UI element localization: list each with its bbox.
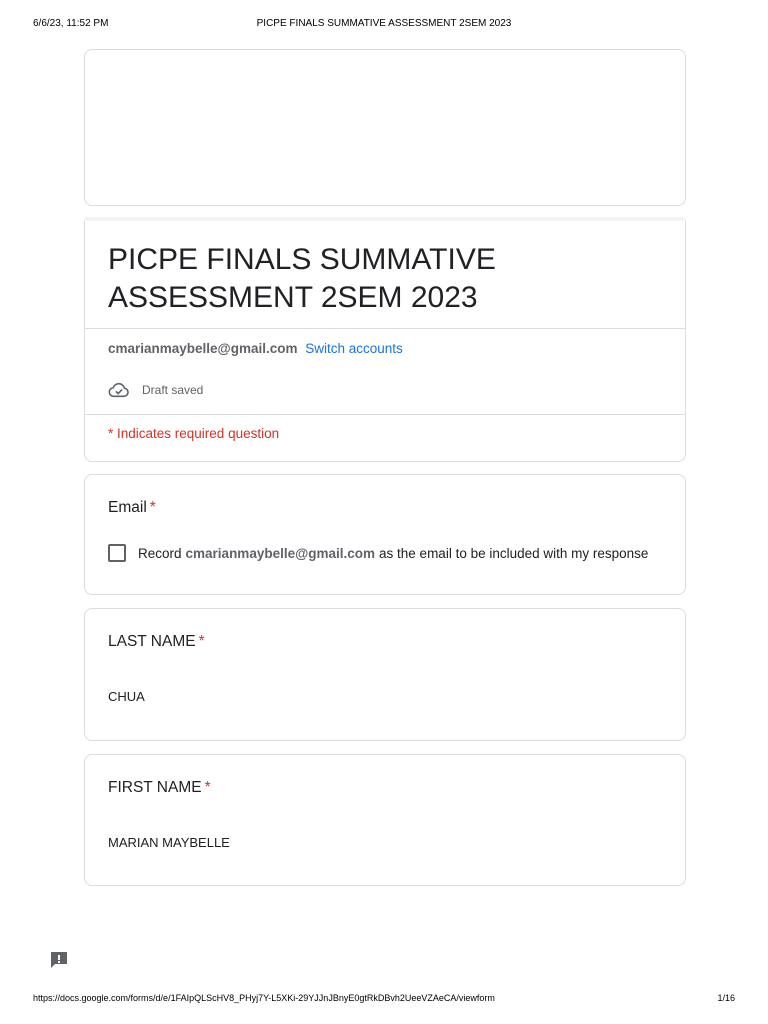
form-title: PICPE FINALS SUMMATIVE ASSESSMENT 2SEM 2… xyxy=(108,243,496,314)
divider xyxy=(85,328,685,329)
record-email-checkbox[interactable] xyxy=(108,544,126,562)
record-email-row[interactable]: Record cmarianmaybelle@gmail.com as the … xyxy=(108,544,648,562)
print-doc-title: PICPE FINALS SUMMATIVE ASSESSMENT 2SEM 2… xyxy=(256,18,512,29)
header-banner xyxy=(84,49,686,206)
draft-status-text: Draft saved xyxy=(142,383,204,397)
question-label: FIRST NAME xyxy=(108,779,202,796)
question-title: LAST NAME * xyxy=(108,633,205,651)
required-star: * xyxy=(198,633,205,650)
checkbox-email: cmarianmaybelle@gmail.com xyxy=(185,545,376,561)
question-label: Email xyxy=(108,499,147,516)
checkbox-prefix: Record xyxy=(138,545,182,561)
print-page-number: 1/16 xyxy=(717,993,735,1003)
first-name-answer[interactable]: MARIAN MAYBELLE xyxy=(108,835,230,850)
checkbox-suffix: as the email to be included with my resp… xyxy=(379,545,649,561)
divider xyxy=(85,414,685,415)
question-title: FIRST NAME * xyxy=(108,779,211,797)
question-last-name: LAST NAME * CHUA xyxy=(84,608,686,741)
feedback-icon[interactable] xyxy=(49,950,69,970)
question-label: LAST NAME xyxy=(108,633,196,650)
required-note: * Indicates required question xyxy=(108,426,280,441)
cloud-check-icon xyxy=(108,382,129,398)
switch-accounts-link[interactable]: Switch accounts xyxy=(305,341,403,356)
account-row: cmarianmaybelle@gmail.com Switch account… xyxy=(108,341,403,356)
required-star: * xyxy=(149,499,156,516)
required-star: * xyxy=(204,779,211,796)
print-url: https://docs.google.com/forms/d/e/1FAIpQ… xyxy=(33,993,495,1003)
question-title: Email * xyxy=(108,499,156,517)
draft-status: Draft saved xyxy=(108,381,203,399)
form-title-card: PICPE FINALS SUMMATIVE ASSESSMENT 2SEM 2… xyxy=(84,217,686,462)
question-email: Email * Record cmarianmaybelle@gmail.com … xyxy=(84,474,686,595)
account-email: cmarianmaybelle@gmail.com xyxy=(108,341,298,356)
question-first-name: FIRST NAME * MARIAN MAYBELLE xyxy=(84,754,686,886)
last-name-answer[interactable]: CHUA xyxy=(108,689,145,704)
